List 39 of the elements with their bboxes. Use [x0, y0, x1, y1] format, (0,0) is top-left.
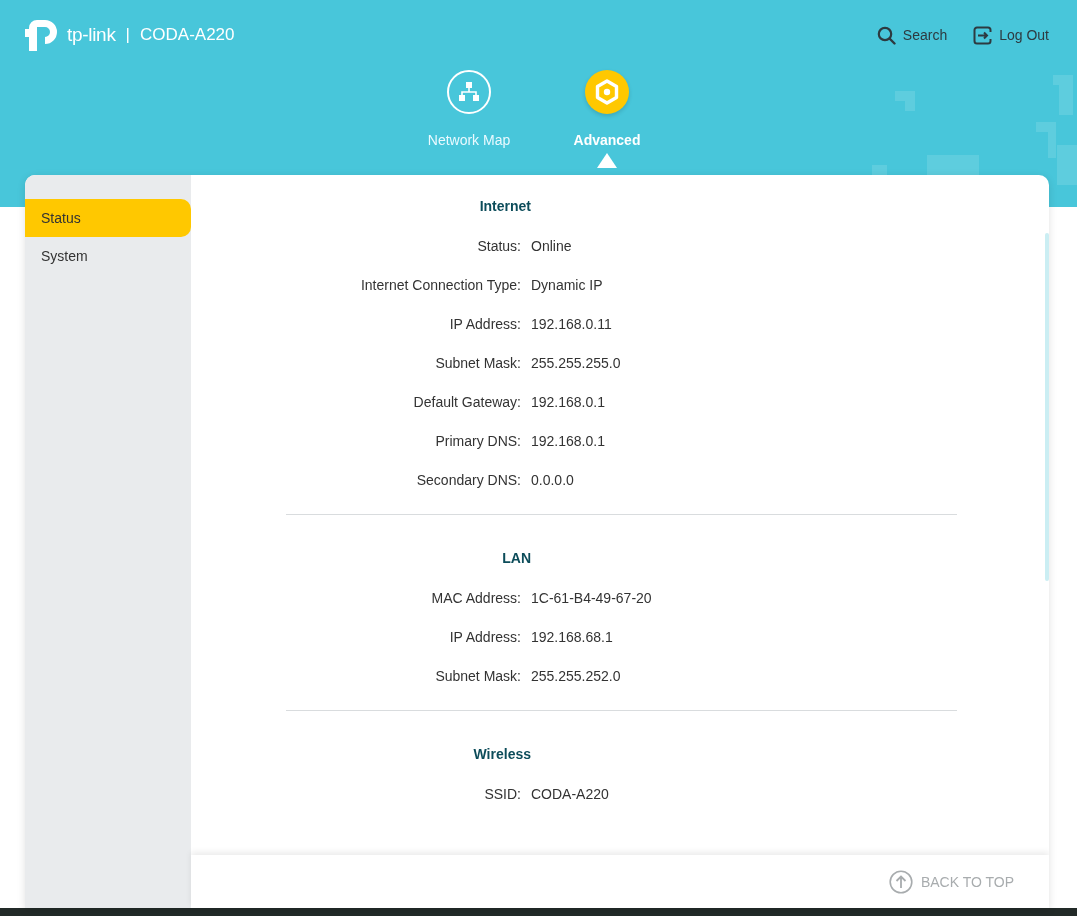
network-tree-icon — [457, 80, 481, 104]
field-value: 255.255.255.0 — [531, 355, 622, 371]
field-label: SSID: — [483, 786, 522, 802]
field-label: Subnet Mask: — [434, 668, 522, 684]
separator: | — [125, 25, 130, 45]
field-value: 1C-61-B4-49-67-20 — [531, 590, 653, 606]
field-label: MAC Address: — [430, 590, 522, 606]
field-value: 192.168.0.1 — [531, 433, 606, 449]
section-title: Internet — [478, 198, 531, 214]
logout-icon — [973, 25, 993, 45]
sidebar-item[interactable]: Status — [25, 199, 191, 237]
gear-icon — [594, 79, 620, 105]
brand-name: tp-link — [67, 24, 116, 46]
search-button[interactable]: Search — [876, 25, 948, 45]
field-value: Online — [531, 238, 573, 254]
up-arrow-circle-icon — [888, 869, 913, 894]
field-value: 192.168.0.1 — [531, 394, 606, 410]
logo-icon — [25, 18, 59, 52]
model-name: CODA-A220 — [140, 25, 235, 45]
section-title: Wireless — [472, 746, 531, 762]
sidebar-item[interactable]: System — [25, 237, 191, 275]
field-label: Subnet Mask: — [434, 355, 522, 371]
field-value: 192.168.0.11 — [531, 316, 613, 332]
logout-button[interactable]: Log Out — [973, 25, 1049, 45]
field-value: 192.168.68.1 — [531, 629, 614, 645]
field-value: 255.255.252.0 — [531, 668, 622, 684]
field-value: CODA-A220 — [531, 786, 610, 802]
scrollbar[interactable] — [1045, 233, 1049, 581]
field-label: Internet Connection Type: — [359, 277, 522, 293]
field-label: Status: — [476, 238, 522, 254]
field-label: Secondary DNS: — [415, 472, 522, 488]
field-value: 0.0.0.0 — [531, 472, 575, 488]
field-label: IP Address: — [448, 316, 522, 332]
section-title: LAN — [501, 550, 531, 566]
field-label: IP Address: — [448, 629, 522, 645]
field-label: Primary DNS: — [434, 433, 522, 449]
search-icon — [876, 25, 896, 45]
field-value: Dynamic IP — [531, 277, 604, 293]
field-label: Default Gateway: — [412, 394, 522, 410]
